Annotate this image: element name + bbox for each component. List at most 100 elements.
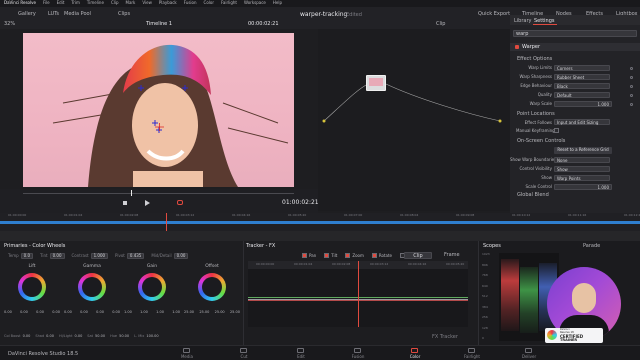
menu-item-playback[interactable]: Playback — [159, 1, 177, 5]
keyframe-icon[interactable] — [630, 103, 633, 106]
primaries-bottom-param[interactable]: Col Boost 0.00 — [4, 334, 30, 339]
menu-item-color[interactable]: Color — [204, 1, 214, 5]
param-value[interactable]: Rubber Sheet — [554, 74, 610, 80]
page-tab-deliver[interactable]: Deliver — [517, 346, 541, 360]
section-global-blend[interactable]: Global Blend — [517, 193, 549, 198]
effect-follows-dropdown[interactable]: Input and Edit Sizing — [554, 119, 610, 125]
tracker-option-checkbox[interactable] — [302, 253, 307, 258]
menu-item-trim[interactable]: Trim — [71, 1, 80, 5]
manual-keyframing-checkbox[interactable] — [554, 128, 559, 133]
tracker-footer[interactable]: FX Tracker — [432, 335, 458, 340]
color-wheel[interactable] — [198, 273, 226, 301]
search-input[interactable]: warp — [513, 30, 637, 37]
tracker-option-checkbox[interactable] — [345, 253, 351, 258]
tracker-option-checkbox[interactable] — [371, 253, 377, 258]
menu-item-fairlight[interactable]: Fairlight — [221, 1, 237, 5]
tracker-option-checkbox[interactable] — [324, 253, 330, 258]
tracker-option-rotate[interactable]: Rotate — [371, 253, 392, 258]
tracker-option-tilt[interactable]: Tilt — [324, 253, 337, 258]
loop-icon[interactable] — [177, 200, 183, 205]
tracker-option-zoom[interactable]: Zoom — [345, 253, 364, 258]
color-wheel[interactable] — [18, 273, 46, 301]
primaries-bottom-value[interactable]: 100.00 — [146, 334, 158, 339]
wheel-value[interactable]: 1.00 — [156, 310, 164, 315]
primaries-param-value[interactable]: 0.00 — [173, 253, 189, 259]
primaries-bottom-param[interactable]: L. Mix 100.00 — [134, 334, 159, 339]
warper-enable-icon[interactable] — [515, 45, 519, 49]
section-effect-options[interactable]: Effect Options — [517, 57, 552, 62]
primaries-bottom-value[interactable]: 0.00 — [75, 334, 83, 339]
media-pool-button[interactable]: Media Pool — [64, 12, 91, 17]
menu-item-help[interactable]: Help — [273, 1, 282, 5]
param-value[interactable]: Corners — [554, 65, 610, 71]
wheel-value[interactable]: 0.00 — [96, 310, 104, 315]
keyframe-icon[interactable] — [630, 85, 633, 88]
color-wheel[interactable] — [78, 273, 106, 301]
param-value[interactable]: Black — [554, 83, 610, 89]
wheel-gamma[interactable]: Gamma 0.00 0.00 0.00 0.00 — [64, 264, 120, 321]
scrubber-track[interactable] — [23, 193, 294, 194]
wheel-lift[interactable]: Lift 0.00 0.00 0.00 0.00 — [4, 264, 60, 321]
tracker-graph[interactable] — [248, 261, 468, 327]
color-wheel[interactable] — [138, 273, 166, 301]
primaries-bottom-param[interactable]: Hue 50.00 — [110, 334, 129, 339]
menu-item-file[interactable]: File — [43, 1, 50, 5]
primaries-param[interactable]: Contrast 1.000 — [72, 253, 109, 259]
luts-button[interactable]: LUTs — [48, 12, 59, 17]
primaries-param[interactable]: Temp 0.0 — [8, 253, 34, 259]
tab-library[interactable]: Library — [514, 19, 531, 24]
page-tab-media[interactable]: Media — [175, 346, 199, 360]
primaries-bottom-param[interactable]: Sat 50.00 — [87, 334, 105, 339]
tracker-option-pan[interactable]: Pan — [302, 253, 316, 258]
wheel-value[interactable]: 25.00 — [199, 310, 209, 315]
wheel-value[interactable]: 1.00 — [140, 310, 148, 315]
menu-item-workspace[interactable]: Workspace — [244, 1, 266, 5]
timeline-clip-bar[interactable] — [0, 221, 640, 224]
primaries-param[interactable]: Tint 0.00 — [40, 253, 65, 259]
menu-item-fusion[interactable]: Fusion — [184, 1, 197, 5]
onscreen-value[interactable]: Show — [554, 166, 610, 172]
param-value[interactable]: 1.000 — [554, 101, 612, 107]
quick-export-button[interactable]: Quick Export — [478, 12, 510, 17]
primaries-bottom-value[interactable]: 0.00 — [46, 334, 54, 339]
menu-item-clip[interactable]: Clip — [111, 1, 119, 5]
wheel-value[interactable]: 1.00 — [172, 310, 180, 315]
page-tab-cut[interactable]: Cut — [232, 346, 256, 360]
section-onscreen-controls[interactable]: On-Screen Controls — [517, 139, 565, 144]
tracker-playhead[interactable] — [358, 261, 359, 327]
primaries-param-value[interactable]: 0.435 — [126, 253, 145, 259]
page-tab-fairlight[interactable]: Fairlight — [460, 346, 484, 360]
viewer-frame[interactable] — [23, 33, 294, 187]
primaries-param-value[interactable]: 1.000 — [90, 253, 109, 259]
scope-mode-dropdown[interactable]: Parade — [583, 244, 600, 249]
wheel-value[interactable]: 0.00 — [112, 310, 120, 315]
param-value[interactable]: Default — [554, 92, 610, 98]
keyframe-icon[interactable] — [630, 94, 633, 97]
page-tab-edit[interactable]: Edit — [289, 346, 313, 360]
wheel-value[interactable]: 0.00 — [52, 310, 60, 315]
menu-item-davinci-resolve[interactable]: DaVinci Resolve — [4, 1, 36, 5]
page-tab-color[interactable]: Color — [403, 346, 427, 360]
page-tab-fusion[interactable]: Fusion — [346, 346, 370, 360]
onscreen-value[interactable]: Warp Points — [554, 175, 610, 181]
primaries-bottom-param[interactable]: Shad 0.00 — [35, 334, 54, 339]
primaries-bottom-value[interactable]: 50.00 — [95, 334, 105, 339]
scrubber-playhead[interactable] — [131, 190, 132, 196]
wheel-value[interactable]: 0.00 — [64, 310, 72, 315]
primaries-param[interactable]: Mid/Detail 0.00 — [151, 253, 189, 259]
wheel-gain[interactable]: Gain 1.00 1.00 1.00 1.00 — [124, 264, 180, 321]
wheel-value[interactable]: 25.00 — [184, 310, 194, 315]
wheel-value[interactable]: 0.00 — [36, 310, 44, 315]
node-01[interactable] — [366, 75, 386, 91]
primaries-bottom-param[interactable]: Hi/Light 0.00 — [59, 334, 83, 339]
wheel-offset[interactable]: Offset 25.00 25.00 25.00 25.00 — [184, 264, 240, 321]
timeline-name[interactable]: Timeline 1 — [146, 22, 172, 27]
primaries-param-value[interactable]: 0.00 — [49, 253, 65, 259]
primaries-param[interactable]: Pivot 0.435 — [115, 253, 145, 259]
menu-item-timeline[interactable]: Timeline — [87, 1, 104, 5]
stop-icon[interactable] — [123, 201, 127, 205]
zoom-level[interactable]: 32% — [4, 22, 15, 27]
primaries-bottom-value[interactable]: 50.00 — [119, 334, 129, 339]
node-graph[interactable] — [318, 29, 510, 211]
section-point-locations[interactable]: Point Locations — [517, 112, 555, 117]
